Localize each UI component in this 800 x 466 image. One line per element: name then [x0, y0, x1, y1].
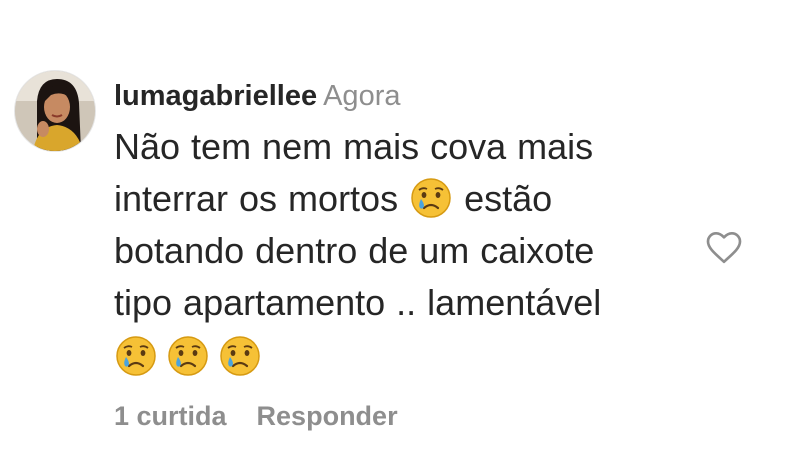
- crying-face-icon: [114, 334, 158, 378]
- comment-text-line: tipo apartamento .. lamentável: [114, 282, 602, 323]
- comment-header: lumagabriellee Agora: [114, 77, 400, 115]
- avatar[interactable]: [14, 70, 96, 152]
- username-link[interactable]: lumagabriellee: [114, 80, 317, 112]
- comment-text-fragment: interrar os mortos: [114, 178, 399, 219]
- crying-face-icon: [218, 334, 262, 378]
- comment: lumagabriellee Agora Não tem nem mais cov…: [0, 0, 800, 466]
- scrollbar-track: [786, 0, 800, 466]
- comment-timestamp: Agora: [323, 80, 401, 112]
- emoji-row: [114, 329, 684, 383]
- heart-outline-icon: [706, 232, 742, 264]
- avatar-image: [15, 71, 95, 151]
- comment-actions: 1 curtida Responder: [114, 398, 398, 434]
- reply-button[interactable]: Responder: [257, 401, 398, 431]
- comment-text-fragment: estão: [464, 178, 553, 219]
- comment-text-line: botando dentro de um caixote: [114, 230, 595, 271]
- likes-count-link[interactable]: 1 curtida: [114, 401, 227, 431]
- crying-face-icon: [166, 334, 210, 378]
- comment-text-line: Não tem nem mais cova mais: [114, 126, 594, 167]
- like-button[interactable]: [704, 228, 744, 268]
- comment-text-line: interrar os mortos estão: [114, 173, 684, 225]
- comment-text: Não tem nem mais cova mais interrar os m…: [114, 121, 684, 383]
- crying-face-icon: [409, 176, 453, 220]
